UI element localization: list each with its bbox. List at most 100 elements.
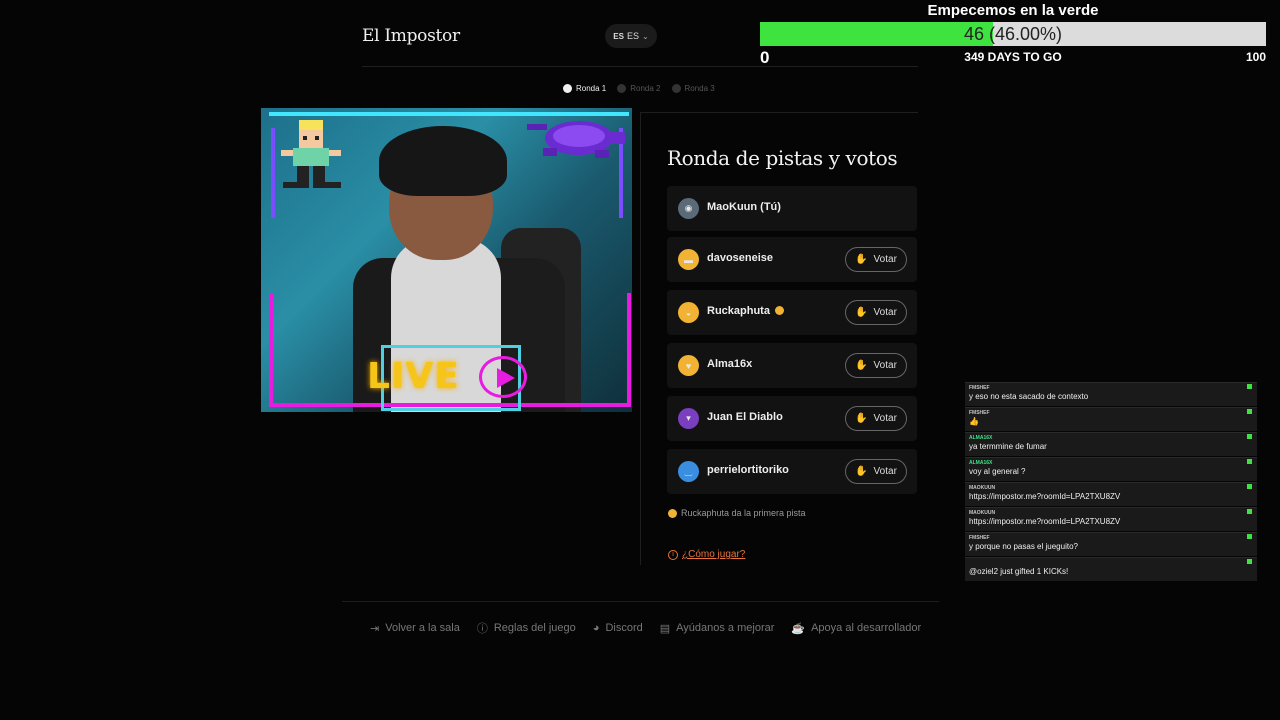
vote-label: Votar (873, 307, 897, 318)
player-card: ◉ MaoKuun (Tú) (667, 186, 917, 231)
goal-progress-text: 46 (46.00%) (760, 22, 1266, 46)
chat-message: MAOKUUN https://impostor.me?roomId=LPA2T… (965, 482, 1257, 506)
goal-max: 100 (1245, 50, 1266, 64)
how-to-play-link[interactable]: i ¿Cómo jugar? (668, 549, 745, 560)
language-label: ES (626, 31, 639, 41)
chat-username: ALMA16X (969, 460, 993, 466)
vote-button[interactable]: ✋ Votar (845, 247, 907, 272)
vote-button[interactable]: ✋ Votar (845, 406, 907, 431)
vote-label: Votar (873, 360, 897, 371)
player-name: MaoKuun (Tú) (707, 201, 781, 213)
chat-username: FMSHEF (969, 385, 990, 391)
player-avatar-icon: ▾ (678, 408, 699, 429)
first-clue-badge-icon (774, 306, 784, 315)
header-divider (362, 66, 918, 67)
info-icon: ⓘ (476, 623, 488, 635)
kick-badge-icon (1247, 409, 1252, 414)
chat-message: MAOKUUN https://impostor.me?roomId=LPA2T… (965, 507, 1257, 531)
player-card: ◒ Ruckaphuta ✋ Votar (667, 290, 917, 335)
goal-days-to-go: 349 DAYS TO GO (964, 50, 1062, 64)
player-name: perrielortitoriko (707, 464, 789, 476)
coffee-icon: ☕ (791, 622, 806, 635)
chat-message: FMSHEF y eso no esta sacado de contexto (965, 382, 1257, 406)
pixel-character-icon (281, 120, 341, 188)
player-avatar-icon: ♥ (678, 355, 699, 376)
footer-link-feedback[interactable]: ▤ Ayúdanos a mejorar (660, 620, 775, 636)
discord-icon: ◕ (592, 622, 600, 634)
vertical-divider (640, 113, 641, 565)
chat-username: MAOKUUN (969, 510, 996, 516)
chat-username: MAOKUUN (969, 485, 996, 491)
logout-icon: ⇥ (370, 622, 380, 635)
round-step: Ronda 1 (563, 84, 606, 93)
player-avatar-icon: ◉ (678, 198, 699, 219)
hand-icon: ✋ (855, 466, 868, 477)
kick-badge-icon (1247, 434, 1252, 439)
chat-message: FMSHEF y porque no pasas el jueguito? (965, 532, 1257, 556)
info-icon: i (668, 549, 678, 560)
footer-link-label: Volver a la sala (385, 622, 460, 634)
goal-progress-bar: 46 (46.00%) (760, 22, 1266, 46)
player-card: ‿ perrielortitoriko ✋ Votar (667, 449, 917, 494)
player-name: Juan El Diablo (707, 411, 783, 423)
vote-label: Votar (873, 254, 897, 265)
vote-button[interactable]: ✋ Votar (845, 300, 907, 325)
round-step: Ronda 3 (671, 84, 715, 93)
chat-text: https://impostor.me?roomId=LPA2TXU8ZV (969, 492, 1121, 501)
vote-label: Votar (873, 413, 897, 424)
footer-link-rules[interactable]: ⓘ Reglas del juego (477, 620, 576, 636)
chat-message: ALMA16X ya termmine de fumar (965, 432, 1257, 456)
hand-icon: ✋ (855, 413, 868, 424)
vote-label: Votar (873, 466, 897, 477)
player-card: ♥ Alma16x ✋ Votar (667, 343, 917, 388)
rounds-divider (640, 112, 918, 113)
clue-note-text: Ruckaphuta da la primera pista (681, 508, 806, 518)
panel-title: Ronda de pistas y votos (667, 146, 898, 170)
chat-text: 👍 (969, 417, 979, 426)
kick-badge-icon (1247, 559, 1252, 564)
player-name: Ruckaphuta (707, 305, 784, 317)
footer-link-support[interactable]: ☕ Apoya al desarrollador (791, 620, 921, 636)
footer-divider (342, 601, 939, 602)
hand-icon: ✋ (855, 360, 868, 371)
chat-text: https://impostor.me?roomId=LPA2TXU8ZV (969, 517, 1121, 526)
vote-button[interactable]: ✋ Votar (845, 459, 907, 484)
kick-badge-icon (1247, 534, 1252, 539)
chat-text: @oziel2 just gifted 1 KICKs! (969, 567, 1069, 576)
round-stepper: Ronda 1 Ronda 2 Ronda 3 (563, 84, 715, 93)
hand-icon: ✋ (855, 307, 868, 318)
player-avatar-icon: ‿ (678, 461, 699, 482)
round-dot-icon (671, 84, 681, 93)
player-name: Alma16x (707, 358, 753, 370)
stream-chat: FMSHEF y eso no esta sacado de contexto … (965, 382, 1257, 582)
footer-link-label: Reglas del juego (493, 622, 576, 634)
round-dot-icon (617, 84, 627, 93)
footer-links: ⇥ Volver a la sala ⓘ Reglas del juego ◕ … (370, 620, 921, 636)
app-brand[interactable]: El Impostor (362, 26, 460, 46)
footer-link-discord[interactable]: ◕ Discord (593, 620, 643, 636)
footer-link-back[interactable]: ⇥ Volver a la sala (370, 620, 460, 636)
live-text: LIVE (367, 356, 460, 397)
chat-text: voy al general ? (969, 467, 1026, 476)
goal-percent: (46.00%) (989, 24, 1063, 44)
goal-current: 46 (963, 24, 984, 44)
flag-es-icon: ES (613, 31, 624, 41)
chat-message: FMSHEF 👍 (965, 407, 1257, 431)
footer-link-label: Discord (605, 622, 643, 634)
player-name: davoseneise (707, 252, 774, 264)
language-selector[interactable]: ES ES ⌄ (605, 24, 657, 48)
sun-icon (668, 508, 677, 518)
play-icon (479, 356, 527, 398)
kick-badge-icon (1247, 484, 1252, 489)
vote-button[interactable]: ✋ Votar (845, 353, 907, 378)
webcam-overlay: LIVE (261, 108, 632, 412)
player-name-text: Ruckaphuta (707, 305, 770, 317)
round-step: Ronda 2 (617, 84, 661, 93)
chat-text: y porque no pasas el jueguito? (969, 542, 1078, 551)
chat-message: @oziel2 just gifted 1 KICKs! (965, 557, 1257, 581)
chat-message: ALMA16X voy al general ? (965, 457, 1257, 481)
chat-text: ya termmine de fumar (969, 442, 1047, 451)
footer-link-label: Apoya al desarrollador (811, 622, 922, 634)
chat-text: y eso no esta sacado de contexto (969, 392, 1089, 401)
player-avatar-icon: ◒ (678, 302, 699, 323)
